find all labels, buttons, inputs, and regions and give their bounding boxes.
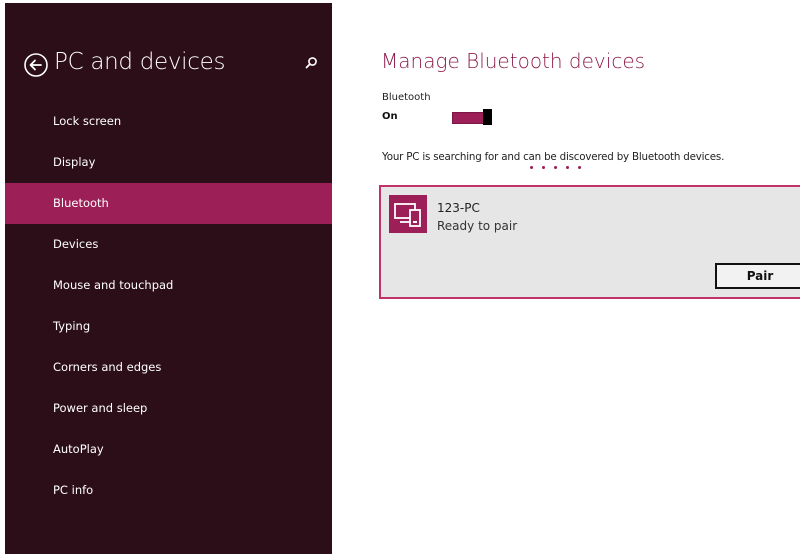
sidebar-item-label: Power and sleep <box>53 401 148 415</box>
sidebar-item-pc-info[interactable]: PC info <box>5 470 332 511</box>
pair-button[interactable]: Pair <box>715 263 800 289</box>
back-arrow-circle-icon[interactable] <box>23 52 49 78</box>
search-icon[interactable] <box>303 55 319 71</box>
progress-dot <box>578 166 581 169</box>
sidebar-item-label: Typing <box>53 319 91 333</box>
sidebar-item-label: AutoPlay <box>53 442 104 456</box>
device-status: Ready to pair <box>437 219 518 233</box>
sidebar-item-label: Bluetooth <box>53 196 109 210</box>
bluetooth-toggle-label: Bluetooth <box>382 92 431 103</box>
device-name: 123-PC <box>437 201 480 215</box>
sidebar-item-label: Display <box>53 155 96 169</box>
progress-dot <box>554 166 557 169</box>
sidebar-item-label: PC info <box>53 483 94 497</box>
sidebar-item-bluetooth[interactable]: Bluetooth <box>5 183 332 224</box>
sidebar-item-lock-screen[interactable]: Lock screen <box>5 101 332 142</box>
sidebar: PC and devices Lock screen Display Bluet… <box>5 3 332 554</box>
sidebar-header: PC and devices <box>5 47 332 83</box>
progress-dot <box>542 166 545 169</box>
sidebar-nav: Lock screen Display Bluetooth Devices Mo… <box>5 101 332 511</box>
sidebar-item-devices[interactable]: Devices <box>5 224 332 265</box>
sidebar-item-autoplay[interactable]: AutoPlay <box>5 429 332 470</box>
bluetooth-toggle-state: On <box>382 111 398 122</box>
sidebar-item-label: Mouse and touchpad <box>53 278 174 292</box>
searching-progress-indicator <box>530 166 590 172</box>
sidebar-item-power-and-sleep[interactable]: Power and sleep <box>5 388 332 429</box>
toggle-thumb[interactable] <box>483 109 492 125</box>
sidebar-item-display[interactable]: Display <box>5 142 332 183</box>
sidebar-item-corners-and-edges[interactable]: Corners and edges <box>5 347 332 388</box>
sidebar-item-mouse-and-touchpad[interactable]: Mouse and touchpad <box>5 265 332 306</box>
device-list-item[interactable]: 123-PC Ready to pair Pair <box>379 185 800 299</box>
main-content: Manage Bluetooth devices Bluetooth On Yo… <box>332 0 800 554</box>
sidebar-item-label: Devices <box>53 237 99 251</box>
sidebar-title: PC and devices <box>54 49 226 75</box>
sidebar-item-typing[interactable]: Typing <box>5 306 332 347</box>
sidebar-item-label: Corners and edges <box>53 360 162 374</box>
bluetooth-status-text: Your PC is searching for and can be disc… <box>382 151 725 163</box>
page-title: Manage Bluetooth devices <box>381 49 646 73</box>
bluetooth-toggle[interactable] <box>452 109 492 125</box>
settings-app: PC and devices Lock screen Display Bluet… <box>0 0 800 554</box>
pc-device-icon <box>389 195 427 233</box>
sidebar-item-label: Lock screen <box>53 114 122 128</box>
progress-dot <box>530 166 533 169</box>
progress-dot <box>566 166 569 169</box>
